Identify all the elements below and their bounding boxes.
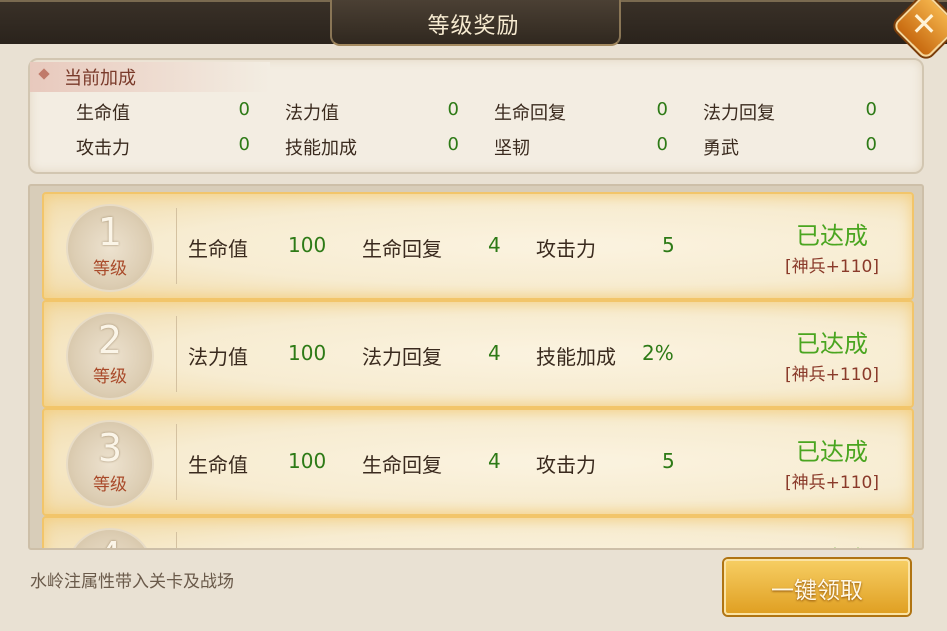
stat-label-valor: 勇武 bbox=[703, 138, 739, 159]
level-row[interactable]: 3 等级 生命值 100 生命回复 4 攻击力 5 已达成 [神兵+110] bbox=[42, 408, 914, 516]
stat-value-valor: 0 bbox=[865, 134, 877, 155]
level-label: 等级 bbox=[93, 475, 127, 495]
footer-note: 水岭注属性带入关卡及战场 bbox=[30, 572, 234, 592]
level-number: 2 bbox=[97, 318, 123, 362]
attr-label: 生命回复 bbox=[362, 453, 442, 477]
level-number: 4 bbox=[66, 534, 154, 548]
reward-weapon: [神兵+110] bbox=[785, 257, 879, 277]
level-label: 等级 bbox=[93, 367, 127, 387]
window-title: 等级奖励 bbox=[427, 14, 520, 39]
stat-value-skill-bonus: 0 bbox=[447, 134, 459, 155]
stat-value-mp-regen: 0 bbox=[865, 99, 877, 120]
stat-label-attack: 攻击力 bbox=[76, 138, 130, 159]
attr-label: 技能加成 bbox=[536, 345, 616, 369]
attr-value: 4 bbox=[488, 233, 501, 257]
current-bonus-title: 当前加成 bbox=[64, 68, 136, 89]
stat-label-hp: 生命值 bbox=[76, 103, 130, 124]
stat-label-mp-regen: 法力回复 bbox=[703, 103, 775, 124]
attr-value: 100 bbox=[288, 233, 327, 257]
attr-value: 5 bbox=[662, 449, 675, 473]
attr-label: 法力回复 bbox=[362, 345, 442, 369]
row-divider bbox=[176, 316, 177, 392]
stat-label-toughness: 坚韧 bbox=[494, 138, 530, 159]
reward-weapon: [神兵+110] bbox=[785, 473, 879, 493]
claim-all-label[interactable]: 一键领取 bbox=[724, 571, 910, 605]
attr-value: 4 bbox=[488, 449, 501, 473]
stat-label-hp-regen: 生命回复 bbox=[494, 103, 566, 124]
level-number: 3 bbox=[97, 426, 123, 470]
stat-value-toughness: 0 bbox=[656, 134, 668, 155]
attr-value: 100 bbox=[288, 449, 327, 473]
attr-label: 攻击力 bbox=[536, 453, 596, 477]
close-icon[interactable]: ✕ bbox=[902, 4, 946, 44]
stat-value-hp-regen: 0 bbox=[656, 99, 668, 120]
attr-value: 100 bbox=[288, 341, 327, 365]
attr-value: 4 bbox=[488, 341, 501, 365]
status-achieved: 已达成 bbox=[796, 438, 868, 466]
stat-label-mp: 法力值 bbox=[285, 103, 339, 124]
attr-label: 生命值 bbox=[188, 237, 248, 261]
reward-weapon: [神兵+110] bbox=[785, 365, 879, 385]
status-achieved: 已达成 bbox=[796, 222, 868, 250]
level-row[interactable]: 1 等级 生命值 100 生命回复 4 攻击力 5 已达成 [神兵+110] bbox=[42, 192, 914, 300]
stat-value-mp: 0 bbox=[447, 99, 459, 120]
level-label: 等级 bbox=[93, 259, 127, 279]
row-divider bbox=[176, 424, 177, 500]
level-reward-window: 等级奖励 ✕ 当前加成 生命值 0 法力值 0 生命回复 0 法力回复 0 攻击… bbox=[0, 0, 947, 631]
status-achieved: 已达成 bbox=[784, 540, 880, 548]
row-divider bbox=[176, 208, 177, 284]
level-row[interactable]: 4 已达成 bbox=[42, 516, 914, 548]
attr-label: 生命回复 bbox=[362, 237, 442, 261]
level-list[interactable]: 1 等级 生命值 100 生命回复 4 攻击力 5 已达成 [神兵+110] 2… bbox=[28, 184, 924, 550]
level-number: 1 bbox=[97, 210, 123, 254]
attr-value: 2% bbox=[642, 341, 674, 365]
attr-label: 生命值 bbox=[188, 453, 248, 477]
attr-value: 5 bbox=[662, 233, 675, 257]
status-achieved: 已达成 bbox=[796, 330, 868, 358]
attr-label: 法力值 bbox=[188, 345, 248, 369]
stat-label-skill-bonus: 技能加成 bbox=[285, 138, 357, 159]
attr-label: 攻击力 bbox=[536, 237, 596, 261]
row-divider bbox=[176, 532, 177, 548]
stat-value-attack: 0 bbox=[238, 134, 250, 155]
stat-value-hp: 0 bbox=[238, 99, 250, 120]
level-row[interactable]: 2 等级 法力值 100 法力回复 4 技能加成 2% 已达成 [神兵+110] bbox=[42, 300, 914, 408]
